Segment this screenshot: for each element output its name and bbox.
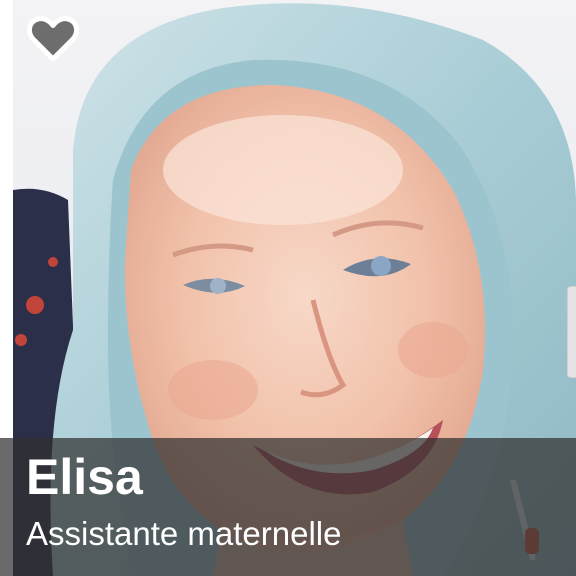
profile-card[interactable]: Elisa Assistante maternelle	[0, 0, 576, 576]
profile-role: Assistante maternelle	[26, 515, 342, 552]
carousel-handle[interactable]	[567, 286, 576, 378]
heart-outline-icon	[26, 14, 80, 64]
favorite-button[interactable]	[26, 14, 80, 64]
profile-name: Elisa	[26, 449, 143, 505]
